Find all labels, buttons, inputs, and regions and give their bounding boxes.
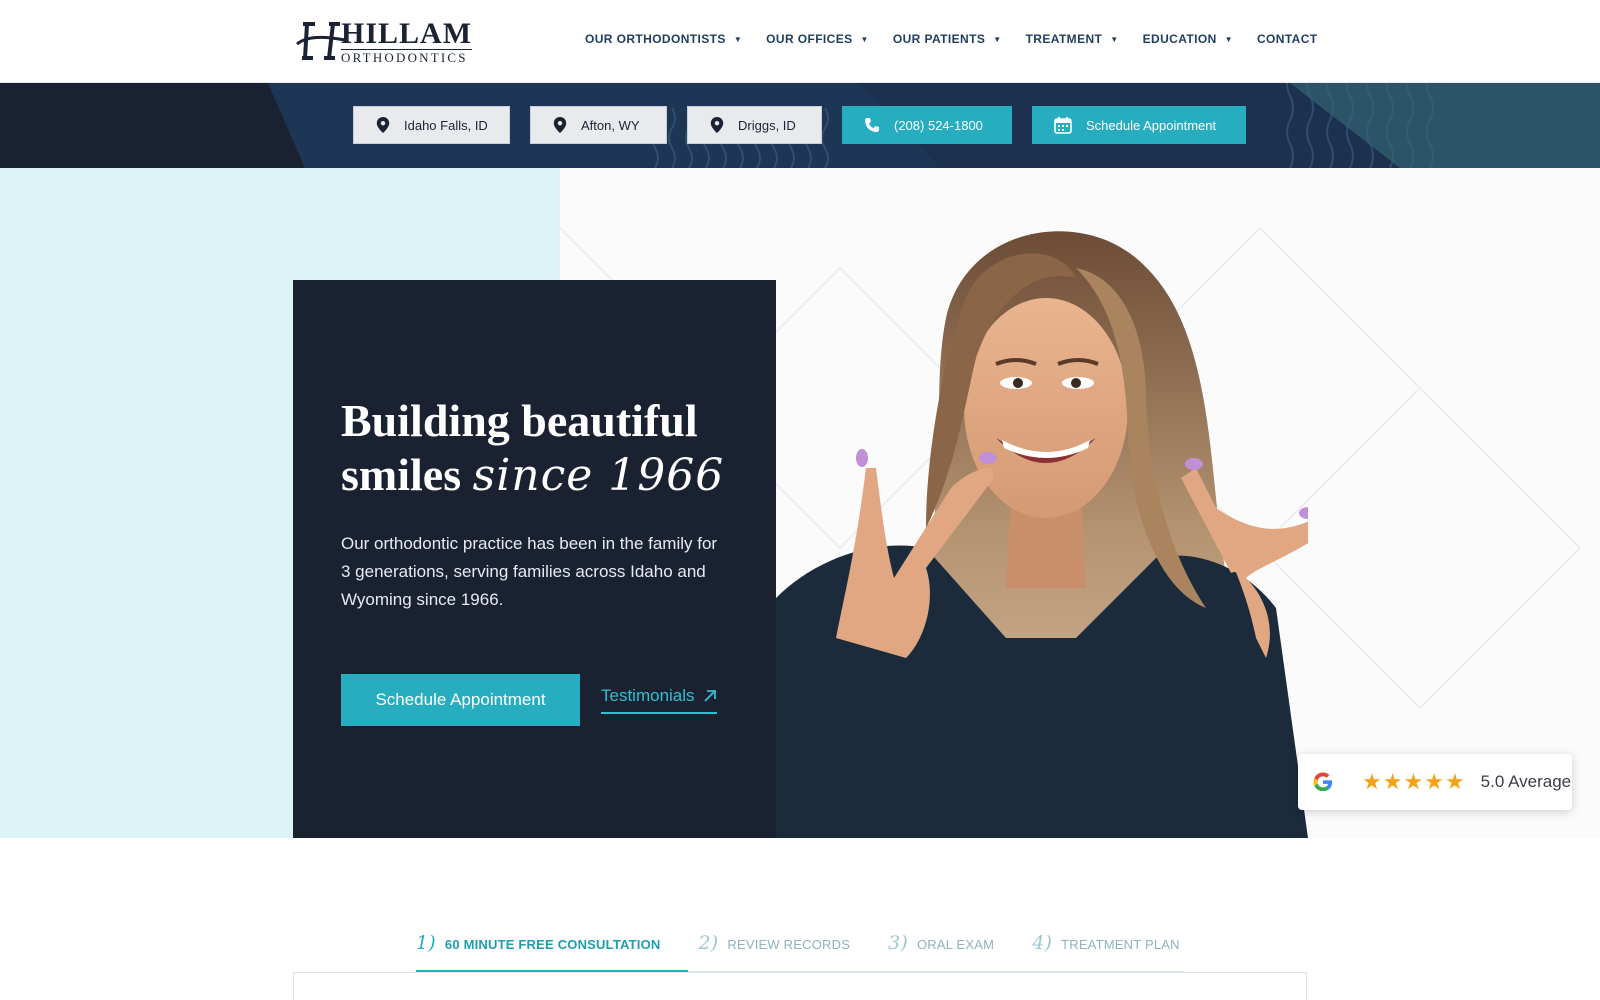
step-label: 60 MINUTE FREE CONSULTATION <box>444 937 661 952</box>
map-pin-icon <box>710 117 724 133</box>
star-icon: ★ <box>1403 769 1424 794</box>
caret-down-icon: ▼ <box>733 34 743 44</box>
map-pin-icon <box>553 117 567 133</box>
schedule-label: Schedule Appointment <box>1086 117 1217 133</box>
logo-name: HILLAM <box>341 16 473 50</box>
office-label: Driggs, ID <box>738 117 796 133</box>
arrow-up-right-icon <box>703 690 716 702</box>
site-header: HILLAM ORTHODONTICS OUR ORTHODONTISTS ▼ … <box>0 0 1600 83</box>
star-icon: ★ <box>1382 769 1403 794</box>
hero-card: Building beautiful smiles since 1966 Our… <box>293 280 776 838</box>
nav-our-offices[interactable]: OUR OFFICES ▼ <box>766 32 869 46</box>
nav-label: OUR OFFICES <box>766 32 853 46</box>
schedule-appointment-top-button[interactable]: Schedule Appointment <box>1032 106 1246 144</box>
nav-label: EDUCATION <box>1142 32 1217 46</box>
step-number: 3) <box>888 932 908 954</box>
map-pin-icon <box>376 117 390 133</box>
phone-button[interactable]: (208) 524-1800 <box>842 106 1012 144</box>
schedule-appointment-button[interactable]: Schedule Appointment <box>341 674 580 726</box>
nav-label: TREATMENT <box>1025 32 1103 46</box>
step-number: 2) <box>698 932 719 954</box>
caret-down-icon: ▼ <box>1224 34 1233 44</box>
testimonials-label: Testimonials <box>601 686 695 705</box>
hero-heading-line1: Building beautiful <box>341 395 698 446</box>
nav-treatment[interactable]: TREATMENT ▼ <box>1026 32 1119 46</box>
main-nav: OUR ORTHODONTISTS ▼ OUR OFFICES ▼ OUR PA… <box>585 32 1318 46</box>
star-icon: ★ <box>1424 769 1444 794</box>
phone-label: (208) 524-1800 <box>894 117 983 133</box>
google-icon <box>1313 772 1333 792</box>
caret-down-icon: ▼ <box>860 34 869 44</box>
nav-our-orthodontists[interactable]: OUR ORTHODONTISTS ▼ <box>585 32 742 46</box>
caret-down-icon: ▼ <box>1110 34 1119 44</box>
star-icon: ★ <box>1362 769 1382 794</box>
hero-section: Building beautiful smiles since 1966 Our… <box>0 168 1600 838</box>
office-label: Afton, WY <box>581 117 640 133</box>
step-label: ORAL EXAM <box>917 937 995 952</box>
rating-stars: ★ ★ ★ ★ ★ <box>1362 771 1465 793</box>
logo-subtitle: ORTHODONTICS <box>341 48 473 64</box>
hero-photo-smiling-patient <box>776 168 1308 838</box>
office-afton-button[interactable]: Afton, WY <box>530 106 667 144</box>
phone-icon <box>865 118 879 132</box>
step-tab-oral-exam[interactable]: 3) ORAL EXAM <box>888 932 994 954</box>
process-steps: 1) 60 MINUTE FREE CONSULTATION 2) REVIEW… <box>416 932 1218 954</box>
office-idaho-falls-button[interactable]: Idaho Falls, ID <box>353 106 510 144</box>
hero-heading-script: since 1966 <box>472 450 725 501</box>
google-review-badge[interactable]: ★ ★ ★ ★ ★ 5.0 Average <box>1298 754 1572 810</box>
hillam-logo[interactable]: HILLAM ORTHODONTICS <box>293 16 473 64</box>
step-tab-treatment-plan[interactable]: 4) TREATMENT PLAN <box>1032 932 1180 954</box>
nav-education[interactable]: EDUCATION ▼ <box>1143 32 1233 46</box>
hero-heading: Building beautiful smiles since 1966 <box>341 394 761 503</box>
nav-label: OUR ORTHODONTISTS <box>585 32 726 46</box>
step-tab-consultation[interactable]: 1) 60 MINUTE FREE CONSULTATION <box>416 932 660 954</box>
office-label: Idaho Falls, ID <box>404 117 488 133</box>
office-driggs-button[interactable]: Driggs, ID <box>687 106 822 144</box>
step-label: REVIEW RECORDS <box>727 937 851 952</box>
calendar-icon <box>1054 117 1072 134</box>
caret-down-icon: ▼ <box>993 34 1002 44</box>
hero-heading-line2: smiles <box>341 449 462 500</box>
nav-our-patients[interactable]: OUR PATIENTS ▼ <box>893 32 1002 46</box>
step-label: TREATMENT PLAN <box>1061 937 1180 952</box>
rating-average: 5.0 Average <box>1480 772 1572 791</box>
step-content-panel <box>293 972 1307 1000</box>
nav-label: OUR PATIENTS <box>892 32 986 46</box>
step-number: 1) <box>416 932 436 954</box>
testimonials-link[interactable]: Testimonials <box>601 686 717 714</box>
step-number: 4) <box>1032 932 1053 954</box>
nav-label: CONTACT <box>1256 32 1318 46</box>
location-bar: Idaho Falls, ID Afton, WY Driggs, ID (20… <box>0 83 1600 168</box>
step-tab-review-records[interactable]: 2) REVIEW RECORDS <box>698 932 850 954</box>
star-icon: ★ <box>1444 769 1465 794</box>
logo-h-mark-icon <box>293 20 346 62</box>
nav-contact[interactable]: CONTACT <box>1257 32 1318 46</box>
hero-description: Our orthodontic practice has been in the… <box>341 534 718 609</box>
